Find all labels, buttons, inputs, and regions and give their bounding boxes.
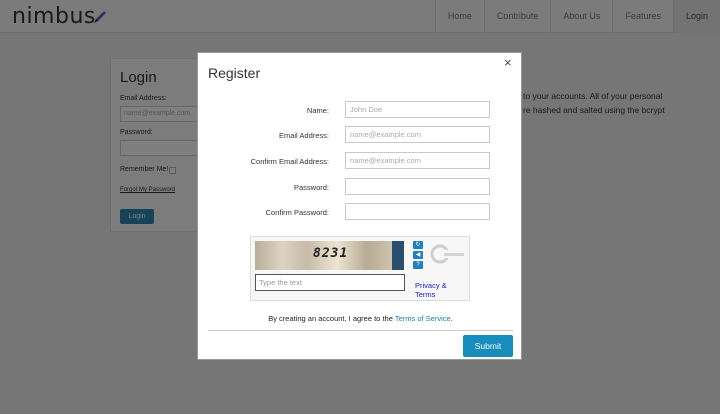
captcha-image-edge — [392, 241, 404, 270]
confirm-email-input[interactable] — [345, 152, 490, 169]
confirm-password-label: Confirm Password: — [265, 208, 329, 217]
password-input[interactable] — [345, 178, 490, 195]
help-icon[interactable]: ? — [413, 261, 423, 269]
terms-suffix: . — [450, 314, 453, 323]
register-modal: Register × Name: Email Address: Confirm … — [197, 52, 522, 360]
modal-title: Register — [208, 65, 261, 81]
submit-button[interactable]: Submit — [463, 335, 513, 357]
captcha-input[interactable] — [255, 274, 405, 291]
name-input[interactable] — [345, 101, 490, 118]
captcha-privacy-link[interactable]: Privacy & Terms — [415, 281, 469, 299]
password-label: Password: — [293, 183, 329, 192]
modal-divider — [208, 330, 513, 331]
close-icon[interactable]: × — [504, 55, 512, 70]
confirm-password-input[interactable] — [345, 203, 490, 220]
email-input[interactable] — [345, 126, 490, 143]
terms-prefix: By creating an account, I agree to the — [268, 314, 393, 323]
captcha-image: 8231 — [255, 241, 404, 270]
captcha-widget: 8231 ↻ ◀ ? Privacy & Terms — [250, 236, 470, 301]
audio-icon[interactable]: ◀ — [413, 251, 423, 259]
name-label: Name: — [306, 106, 329, 115]
confirm-email-label: Confirm Email Address: — [250, 157, 329, 166]
terms-agreement: By creating an account, I agree to the T… — [198, 314, 523, 323]
terms-of-service-link[interactable]: Terms of Service — [395, 314, 451, 323]
refresh-icon[interactable]: ↻ — [413, 241, 423, 249]
recaptcha-logo-icon — [430, 244, 464, 264]
captcha-image-text: 8231 — [313, 246, 349, 261]
captcha-controls: ↻ ◀ ? — [413, 241, 423, 271]
email-label: Email Address: — [278, 131, 329, 140]
